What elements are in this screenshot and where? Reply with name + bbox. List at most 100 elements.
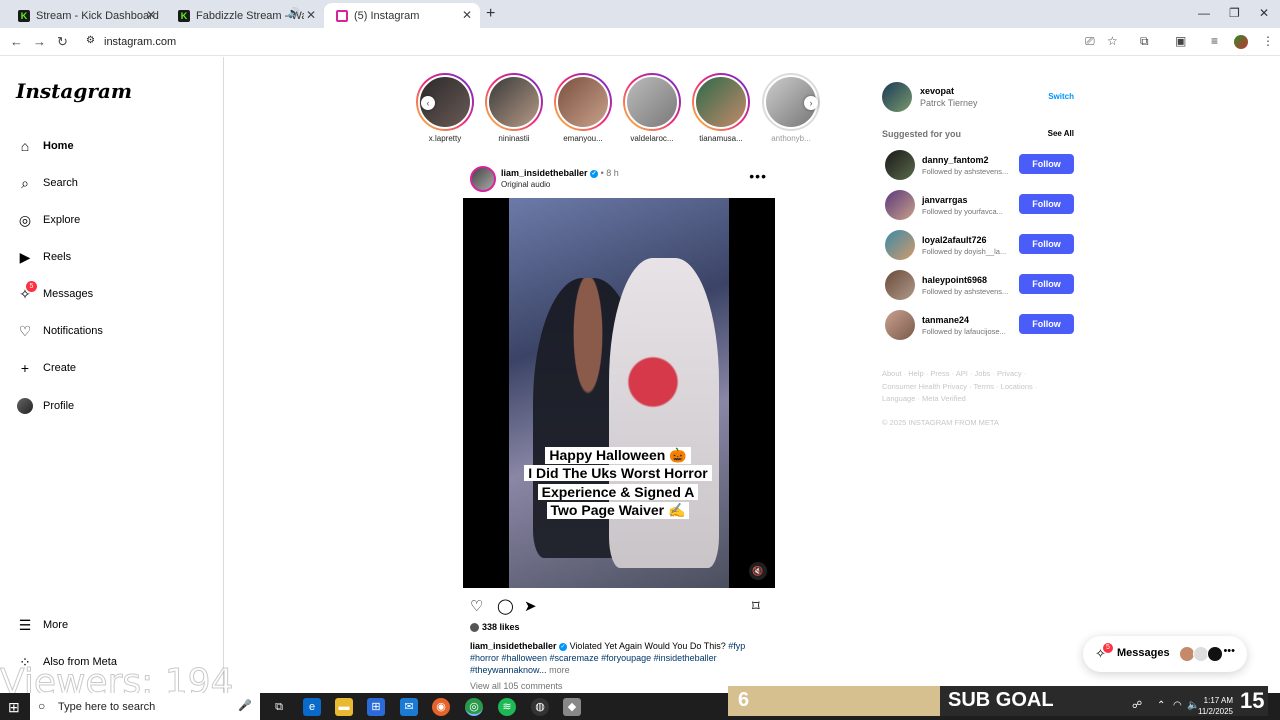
sidebar-item-notifications[interactable]: ♡ Notifications [16, 322, 103, 340]
sidebar-item-messages[interactable]: ✧ 5 Messages [16, 281, 93, 303]
avatar[interactable] [885, 150, 915, 180]
network-icon[interactable]: ◠ [1173, 700, 1182, 711]
spotify-icon[interactable]: ≋ [498, 698, 516, 716]
suggestion-followed-by: Followed by lafaucijose... [922, 327, 1006, 336]
avatar[interactable] [885, 190, 915, 220]
site-info-icon[interactable]: ⚙ [86, 35, 95, 46]
avatar[interactable] [882, 82, 912, 112]
suggestion-username[interactable]: haleypoint6968 [922, 275, 987, 285]
post-username[interactable]: liam_insidetheballer [501, 168, 588, 178]
chevron-left-icon[interactable]: ‹ [421, 96, 435, 110]
share-icon[interactable]: ➤ [524, 597, 537, 615]
task-view-icon[interactable]: ⧉ [270, 698, 288, 716]
menu-icon[interactable]: ⋮ [1262, 34, 1274, 48]
back-button[interactable]: ← [10, 34, 23, 49]
view-comments-link[interactable]: View all 105 comments [470, 681, 562, 691]
sidebar-item-label: Explore [43, 214, 81, 226]
taskbar-search[interactable]: ○ Type here to search 🎤 [30, 693, 260, 720]
suggestion-row: loyal2afault726 Followed by doyish__la..… [885, 230, 1074, 260]
sidebar-item-create[interactable]: + Create [16, 359, 76, 377]
story-item[interactable]: valdelaroc... [623, 73, 681, 143]
close-icon[interactable]: ✕ [306, 8, 316, 22]
avatar[interactable] [885, 230, 915, 260]
follow-button[interactable]: Follow [1019, 194, 1074, 214]
close-icon[interactable]: ✕ [146, 8, 156, 22]
sidebar-item-label: More [43, 619, 69, 631]
chevron-right-icon[interactable]: › [804, 96, 818, 110]
sidebar-item-search[interactable]: ⌕ Search [16, 174, 78, 192]
address-bar[interactable]: ⚙ instagram.com [80, 31, 1080, 53]
split-view-icon[interactable]: ▣ [1175, 34, 1186, 48]
caption-more-link[interactable]: more [549, 665, 570, 675]
tab-kick-dashboard[interactable]: K Stream - Kick Dashboard ✕ [6, 3, 164, 28]
see-all-link[interactable]: See All [1048, 129, 1074, 138]
obs-icon[interactable]: ◍ [531, 698, 549, 716]
caption-username[interactable]: liam_insidetheballer [470, 641, 557, 651]
follow-button[interactable]: Follow [1019, 154, 1074, 174]
post-username-row[interactable]: liam_insidetheballer ✓ • 8 h [501, 168, 619, 178]
sidebar-item-home[interactable]: ⌂ Home [16, 137, 74, 155]
switch-account-link[interactable]: Switch [1048, 92, 1074, 101]
messages-pill[interactable]: ✧ 5 Messages ••• [1083, 636, 1247, 672]
avatar[interactable] [885, 310, 915, 340]
sidebar-item-profile[interactable]: Profile [16, 397, 74, 415]
bookmark-star-icon[interactable]: ☆ [1107, 34, 1118, 48]
tab-fabdizzle-stream[interactable]: K Fabdizzle Stream - Watch Li 🔊 ✕ [166, 3, 324, 28]
likes-count[interactable]: 338 likes [470, 622, 520, 632]
tab-instagram[interactable]: (5) Instagram ✕ [324, 3, 480, 28]
story-item[interactable]: tianamusa... [692, 73, 750, 143]
like-heart-icon[interactable]: ♡ [470, 597, 483, 615]
app-icon[interactable]: ◆ [563, 698, 581, 716]
suggestion-username[interactable]: tanmane24 [922, 315, 969, 325]
edge-icon[interactable]: e [303, 698, 321, 716]
sidebar-item-explore[interactable]: ◎ Explore [16, 211, 80, 229]
bookmark-icon[interactable]: ⌑ [752, 597, 760, 615]
chrome-icon[interactable]: ◎ [465, 698, 483, 716]
instagram-logo[interactable]: Instagram [16, 79, 132, 103]
sidebar-item-more[interactable]: ☰ More [16, 616, 68, 634]
suggestion-username[interactable]: loyal2afault726 [922, 235, 987, 245]
reload-button[interactable]: ↻ [57, 34, 68, 50]
avatar[interactable] [470, 166, 496, 192]
firefox-icon[interactable]: ◉ [432, 698, 450, 716]
kick-icon: K [178, 9, 190, 22]
story-item[interactable]: emanyou... [554, 73, 612, 143]
microphone-icon[interactable]: 🎤 [238, 699, 252, 712]
chevron-up-icon[interactable]: ⌃ [1157, 700, 1165, 711]
post-video[interactable]: Happy Halloween 🎃 I Did The Uks Worst Ho… [463, 198, 775, 588]
story-item[interactable]: nininastii [485, 73, 543, 143]
follow-button[interactable]: Follow [1019, 234, 1074, 254]
sidebar-item-reels[interactable]: ▶ Reels [16, 248, 72, 266]
close-icon[interactable]: ✕ [462, 8, 472, 22]
new-tab-button[interactable]: + [486, 5, 495, 23]
restore-button[interactable]: ❐ [1229, 6, 1240, 20]
taskbar-clock[interactable]: 1:17 AM 11/2/2025 [1198, 695, 1233, 717]
mute-icon[interactable]: 🔇 [749, 562, 767, 580]
more-options-icon[interactable]: ••• [749, 168, 767, 184]
suggestion-username[interactable]: janvarrgas [922, 195, 968, 205]
footer-links[interactable]: About · Help · Press · API · Jobs · Priv… [882, 368, 1062, 406]
profile-avatar[interactable] [1234, 35, 1248, 49]
comment-icon[interactable]: ◯ [497, 597, 514, 615]
media-controls-icon[interactable]: ≡ [1211, 34, 1218, 48]
people-icon[interactable]: ☍ [1132, 700, 1142, 711]
current-username[interactable]: xevopat [920, 86, 954, 96]
sidebar-item-label: Search [43, 177, 78, 189]
extensions-icon[interactable]: ⧉ [1140, 34, 1149, 49]
follow-button[interactable]: Follow [1019, 274, 1074, 294]
post-audio[interactable]: Original audio [501, 180, 550, 189]
suggestion-username[interactable]: danny_fantom2 [922, 155, 989, 165]
minimize-button[interactable]: — [1198, 6, 1210, 20]
follow-button[interactable]: Follow [1019, 314, 1074, 334]
avatar[interactable] [885, 270, 915, 300]
close-window-button[interactable]: ✕ [1259, 6, 1269, 20]
store-icon[interactable]: ⊞ [367, 698, 385, 716]
speaker-icon[interactable]: 🔊 [288, 8, 300, 19]
mail-icon[interactable]: ✉ [400, 698, 418, 716]
install-app-icon[interactable]: ⎚ [1085, 34, 1095, 49]
file-explorer-icon[interactable]: ▬ [335, 698, 353, 716]
forward-button[interactable]: → [33, 34, 46, 49]
suggestion-row: danny_fantom2 Followed by ashstevens... … [885, 150, 1074, 180]
suggestion-followed-by: Followed by ashstevens... [922, 287, 1009, 296]
windows-start-icon[interactable]: ⊞ [8, 699, 20, 716]
